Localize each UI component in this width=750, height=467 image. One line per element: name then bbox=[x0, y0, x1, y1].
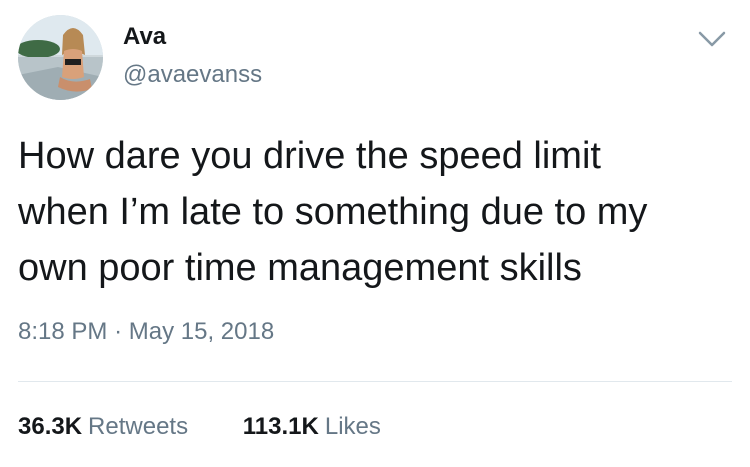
divider bbox=[18, 381, 732, 382]
avatar-photo bbox=[18, 15, 103, 100]
display-name[interactable]: Ava bbox=[123, 22, 166, 52]
tweet-date: May 15, 2018 bbox=[128, 318, 275, 345]
retweets-stat[interactable]: 36.3K Retweets bbox=[18, 412, 188, 442]
tweet-text-line: own poor time management skills bbox=[18, 247, 582, 289]
retweets-count: 36.3K bbox=[18, 413, 83, 440]
avatar[interactable] bbox=[18, 15, 103, 100]
tweet-text: How dare you drive the speed limit when … bbox=[18, 128, 730, 296]
tweet-time: 8:18 PM bbox=[18, 318, 108, 345]
user-handle[interactable]: @avaevanss bbox=[123, 60, 262, 90]
tweet-timestamp[interactable]: 8:18 PM · May 15, 2018 bbox=[18, 317, 274, 347]
likes-stat[interactable]: 113.1K Likes bbox=[243, 412, 381, 442]
meta-separator: · bbox=[114, 318, 123, 345]
tweet-text-line: when I’m late to something due to my bbox=[18, 191, 648, 233]
likes-count: 113.1K bbox=[242, 413, 319, 440]
tweet-card: Ava @avaevanss How dare you drive the sp… bbox=[0, 0, 750, 467]
likes-label: Likes bbox=[324, 413, 381, 440]
retweets-label: Retweets bbox=[88, 413, 189, 440]
tweet-text-line: How dare you drive the speed limit bbox=[18, 135, 601, 177]
chevron-down-icon[interactable] bbox=[697, 28, 727, 50]
tweet-stats: 36.3K Retweets 113.1K Likes bbox=[18, 412, 381, 442]
